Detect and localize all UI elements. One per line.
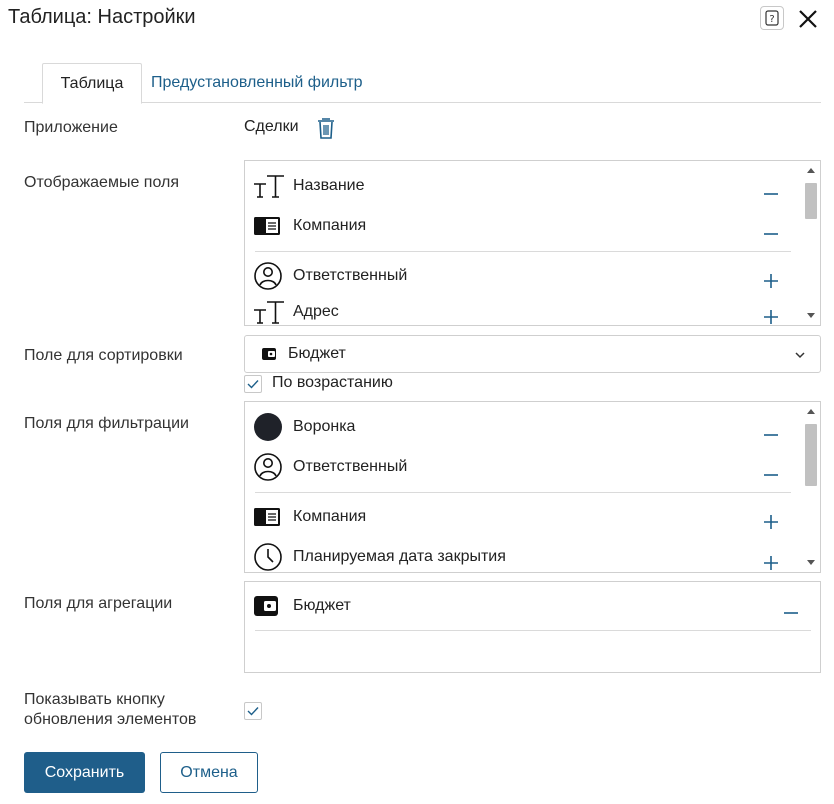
scroll-down-arrow-icon[interactable]: [807, 560, 815, 565]
chevron-down-icon: [794, 348, 806, 366]
remove-field-button[interactable]: [762, 181, 780, 199]
scroll-up-arrow-icon[interactable]: [807, 168, 815, 173]
cancel-button[interactable]: Отмена: [160, 752, 258, 793]
company-card-icon: [253, 503, 285, 531]
list-item-label: Адрес: [293, 303, 339, 320]
remove-field-button[interactable]: [762, 422, 780, 440]
aggregation-fields-list: Бюджет: [244, 581, 821, 673]
scroll-down-arrow-icon[interactable]: [807, 313, 815, 318]
svg-text:?: ?: [769, 14, 774, 25]
dialog-title: Таблица: Настройки: [8, 6, 196, 28]
application-label: Приложение: [24, 119, 118, 136]
refresh-option-label-line2: обновления элементов: [24, 711, 197, 728]
list-item: Название: [253, 172, 365, 200]
add-field-button[interactable]: [762, 554, 780, 572]
checkmark-icon: [247, 707, 259, 716]
application-value: Сделки: [244, 118, 299, 135]
list-item: Адрес: [253, 298, 339, 325]
text-type-icon: [253, 298, 285, 325]
scroll-thumb[interactable]: [805, 424, 817, 486]
refresh-option-label-line1: Показывать кнопку: [24, 691, 165, 708]
list-item: Планируемая дата закрытия: [253, 543, 506, 571]
sort-field-label: Поле для сортировки: [24, 347, 183, 364]
plus-icon: [764, 274, 778, 288]
add-field-button[interactable]: [762, 513, 780, 531]
tab-table[interactable]: Таблица: [42, 63, 142, 104]
list-divider: [255, 492, 791, 493]
help-icon: ?: [765, 10, 779, 26]
scrollbar[interactable]: [802, 161, 820, 325]
checkmark-icon: [247, 380, 259, 389]
list-item: Ответственный: [253, 453, 407, 481]
sort-field-value: Бюджет: [288, 345, 346, 362]
scroll-up-arrow-icon[interactable]: [807, 409, 815, 414]
minus-icon: [764, 434, 778, 436]
list-item-label: Бюджет: [293, 597, 351, 614]
list-divider: [255, 630, 811, 631]
delete-application-button[interactable]: [316, 116, 336, 145]
minus-icon: [784, 612, 798, 614]
close-icon: [799, 10, 817, 28]
sort-field-select[interactable]: Бюджет: [244, 335, 821, 373]
save-button[interactable]: Сохранить: [24, 752, 145, 793]
wallet-icon: [253, 592, 285, 620]
scroll-thumb[interactable]: [805, 183, 817, 219]
list-item-label: Воронка: [293, 418, 356, 435]
clock-icon: [253, 543, 285, 571]
add-field-button[interactable]: [762, 272, 780, 290]
list-item: Компания: [253, 212, 366, 240]
filter-fields-label: Поля для фильтрации: [24, 415, 189, 432]
trash-icon: [318, 118, 334, 139]
list-item-label: Ответственный: [293, 267, 408, 284]
list-item-label: Компания: [293, 217, 367, 234]
minus-icon: [764, 193, 778, 195]
funnel-dot-icon: [253, 413, 285, 441]
list-item-label: Ответственный: [293, 458, 408, 475]
list-item-label: Компания: [293, 508, 367, 525]
display-fields-list: Название Компания Ответственный Адрес: [244, 160, 821, 326]
ascending-checkbox[interactable]: [244, 375, 262, 393]
text-type-icon: [253, 172, 285, 200]
plus-icon: [764, 556, 778, 570]
remove-field-button[interactable]: [762, 462, 780, 480]
list-item: Воронка: [253, 413, 355, 441]
tab-preset-filter[interactable]: Предустановленный фильтр: [151, 63, 363, 104]
plus-icon: [764, 515, 778, 529]
tab-bar: Таблица Предустановленный фильтр: [24, 63, 821, 104]
list-item-label: Планируемая дата закрытия: [293, 548, 506, 565]
list-divider: [255, 251, 791, 252]
list-item: Ответственный: [253, 262, 407, 290]
company-card-icon: [253, 212, 285, 240]
remove-field-button[interactable]: [762, 221, 780, 239]
wallet-icon: [261, 347, 277, 366]
plus-icon: [764, 310, 778, 324]
list-item-label: Название: [293, 177, 365, 194]
filter-fields-list: Воронка Ответственный Компания Планируем…: [244, 401, 821, 573]
close-button[interactable]: [795, 6, 821, 32]
add-field-button[interactable]: [762, 308, 780, 325]
remove-field-button[interactable]: [782, 600, 800, 618]
list-item: Компания: [253, 503, 366, 531]
minus-icon: [764, 474, 778, 476]
help-button[interactable]: ?: [760, 6, 784, 30]
list-item: Бюджет: [253, 592, 351, 620]
minus-icon: [764, 233, 778, 235]
ascending-label: По возрастанию: [272, 374, 393, 391]
aggregation-fields-label: Поля для агрегации: [24, 595, 173, 612]
user-icon: [253, 262, 285, 290]
show-refresh-button-checkbox[interactable]: [244, 702, 262, 720]
scrollbar[interactable]: [802, 402, 820, 572]
display-fields-label: Отображаемые поля: [24, 174, 180, 191]
user-icon: [253, 453, 285, 481]
